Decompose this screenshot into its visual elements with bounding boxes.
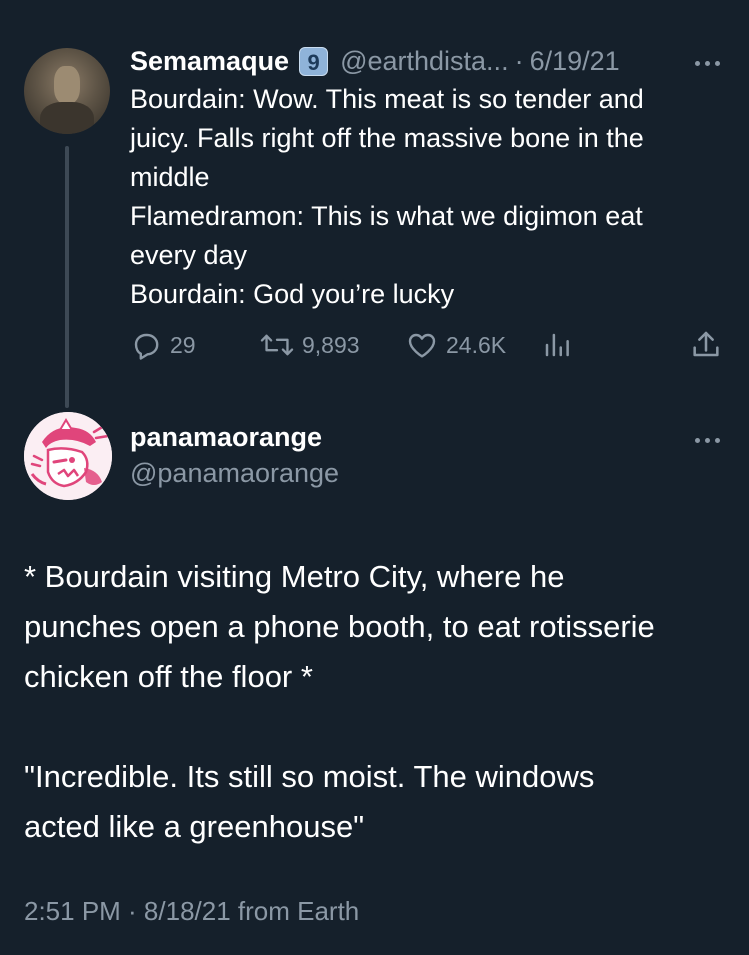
display-name[interactable]: panamaorange: [130, 422, 322, 453]
analytics-icon: [545, 333, 569, 357]
tweet-text-line: Bourdain: Wow. This meat is so tender an…: [130, 84, 644, 114]
like-count: 24.6K: [446, 331, 507, 358]
thread-connector-line: [65, 146, 69, 408]
tweet-date[interactable]: 6/19/21: [530, 46, 620, 77]
tweet-text-line: Flamedramon: This is what we digimon eat: [130, 201, 643, 231]
reply-icon: [134, 333, 159, 360]
avatar[interactable]: [24, 412, 112, 500]
tweet-text-line: chicken off the floor *: [24, 659, 313, 694]
number-badge: 9: [299, 46, 329, 76]
tweet-text-line: "Incredible. Its still so moist. The win…: [24, 759, 595, 794]
tweet-text-line: acted like a greenhouse": [24, 809, 365, 844]
like-icon: [408, 333, 436, 358]
tweet-text-line: * Bourdain visiting Metro City, where he: [24, 559, 565, 594]
avatar-artwork-icon: [24, 412, 112, 500]
tweet-header: Semamaque 9 @earthdista... · 6/19/21: [130, 44, 620, 78]
tweet-text-line: juicy. Falls right off the massive bone …: [130, 123, 644, 153]
avatar[interactable]: [24, 48, 110, 134]
tweet-text: * Bourdain visiting Metro City, where he…: [24, 552, 734, 852]
share-icon: [693, 331, 719, 357]
tweet-text-line: every day: [130, 240, 248, 270]
retweet-button[interactable]: 9,893: [260, 326, 360, 364]
tweet-text-line: Bourdain: God you’re lucky: [130, 279, 455, 309]
tweet-text-line: punches open a phone booth, to eat rotis…: [24, 609, 655, 644]
tweet-thread-page: Semamaque 9 @earthdista... · 6/19/21 Bou…: [0, 0, 749, 955]
like-button[interactable]: 24.6K: [406, 326, 506, 364]
avatar-face: [54, 66, 80, 104]
more-icon[interactable]: [694, 436, 722, 444]
reply-count: 29: [170, 331, 196, 358]
analytics-button[interactable]: [542, 326, 572, 364]
separator-dot: ·: [514, 45, 524, 76]
more-icon[interactable]: [694, 59, 722, 67]
share-button[interactable]: [690, 326, 722, 364]
retweet-count: 9,893: [302, 331, 360, 358]
user-handle[interactable]: @earthdista...: [340, 46, 509, 77]
user-handle[interactable]: @panamaorange: [130, 458, 339, 489]
reply-button[interactable]: 29: [130, 326, 196, 364]
avatar-body: [40, 102, 94, 134]
tweet-timestamp[interactable]: 2:51 PM · 8/18/21 from Earth: [24, 896, 359, 927]
action-bar: 29 9,893 24.6K: [130, 326, 725, 364]
tweet-text-line: middle: [130, 162, 210, 192]
retweet-icon: [260, 334, 294, 356]
display-name[interactable]: Semamaque: [130, 46, 289, 77]
tweet-text: Bourdain: Wow. This meat is so tender an…: [130, 80, 730, 314]
